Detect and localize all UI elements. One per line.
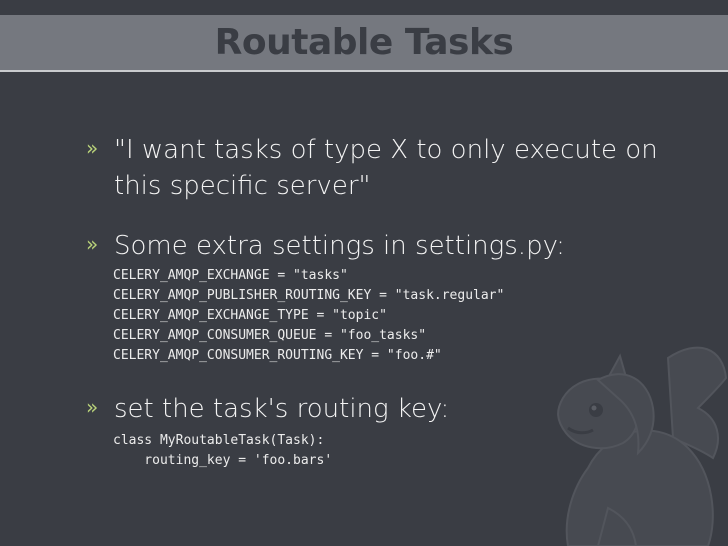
code-line: CELERY_AMQP_EXCHANGE_TYPE = "topic" — [113, 308, 387, 323]
title-band: Routable Tasks — [0, 15, 728, 72]
bullet-marker: » — [86, 136, 99, 160]
slide: Routable Tasks » "I want tasks of type X… — [0, 0, 728, 546]
settings-code-block: CELERY_AMQP_EXCHANGE = "tasks" CELERY_AMQ… — [113, 266, 504, 366]
bullet-marker: » — [86, 395, 99, 419]
slide-title: Routable Tasks — [214, 22, 514, 63]
bullet-text: Some extra settings in settings.py: — [114, 231, 565, 261]
bullet-text: "I want tasks of type X to only execute … — [114, 135, 658, 201]
bullet-text: set the task's routing key: — [114, 394, 450, 424]
code-line: CELERY_AMQP_PUBLISHER_ROUTING_KEY = "tas… — [113, 288, 505, 303]
bullet-marker: » — [86, 232, 99, 256]
code-line: class MyRoutableTask(Task): — [113, 433, 325, 448]
code-line: CELERY_AMQP_EXCHANGE = "tasks" — [113, 268, 348, 283]
celery-mascot-icon — [557, 346, 728, 546]
code-line: routing_key = 'foo.bars' — [113, 453, 333, 468]
code-line: CELERY_AMQP_CONSUMER_ROUTING_KEY = "foo.… — [113, 348, 442, 363]
task-code-block: class MyRoutableTask(Task): routing_key … — [113, 431, 332, 471]
code-line: CELERY_AMQP_CONSUMER_QUEUE = "foo_tasks" — [113, 328, 427, 343]
